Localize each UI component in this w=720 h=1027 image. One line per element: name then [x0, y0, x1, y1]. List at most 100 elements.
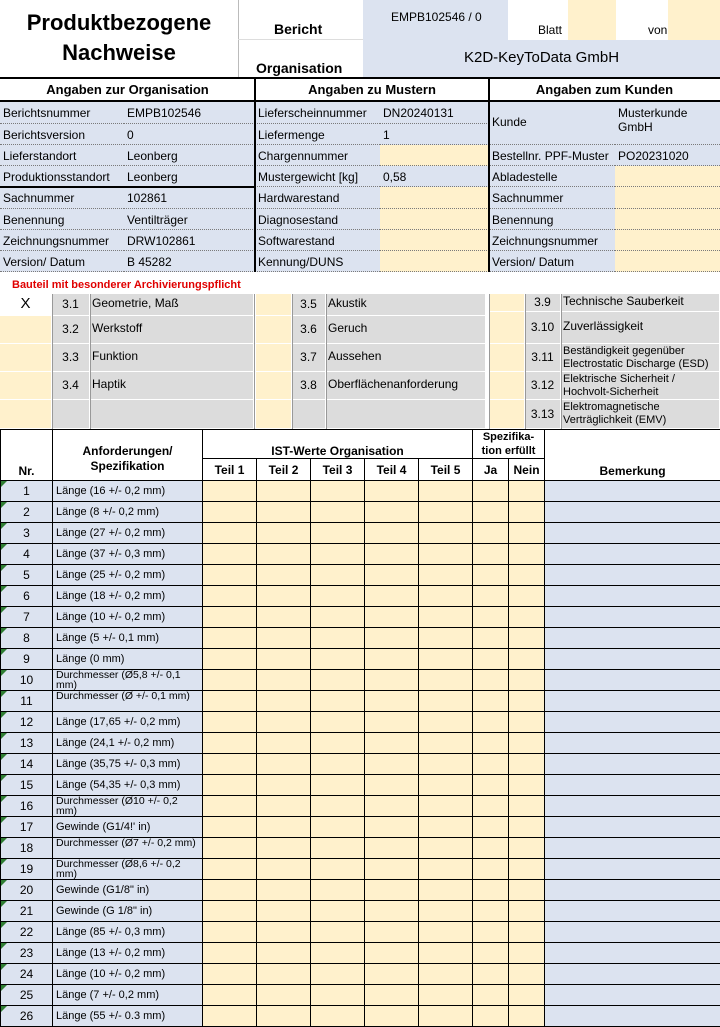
bemerkung-cell[interactable] — [545, 901, 720, 922]
spec-nein-cell[interactable] — [509, 964, 545, 985]
spec-ja-cell[interactable] — [473, 712, 509, 733]
spec-nein-cell[interactable] — [509, 922, 545, 943]
ist-value-teil1[interactable] — [203, 985, 257, 1006]
bemerkung-cell[interactable] — [545, 565, 720, 586]
ist-value-teil2[interactable] — [257, 607, 311, 628]
ist-value-teil4[interactable] — [365, 859, 419, 880]
spec-ja-cell[interactable] — [473, 754, 509, 775]
spec-ja-cell[interactable] — [473, 964, 509, 985]
check-box[interactable] — [0, 372, 52, 400]
bemerkung-cell[interactable] — [545, 712, 720, 733]
ist-value-teil1[interactable] — [203, 922, 257, 943]
spec-ja-cell[interactable] — [473, 502, 509, 523]
ist-value-teil2[interactable] — [257, 544, 311, 565]
spec-nein-cell[interactable] — [509, 838, 545, 859]
ist-value-teil1[interactable] — [203, 523, 257, 544]
spec-nein-cell[interactable] — [509, 712, 545, 733]
ist-value-teil5[interactable] — [419, 502, 473, 523]
ist-value-teil3[interactable] — [311, 943, 365, 964]
spec-nein-cell[interactable] — [509, 544, 545, 565]
org-value[interactable]: DRW102861 — [124, 230, 255, 251]
ist-value-teil2[interactable] — [257, 796, 311, 817]
ist-value-teil5[interactable] — [419, 817, 473, 838]
check-box[interactable] — [0, 316, 52, 344]
ist-value-teil3[interactable] — [311, 838, 365, 859]
ist-value-teil3[interactable] — [311, 544, 365, 565]
ist-value-teil2[interactable] — [257, 985, 311, 1006]
ist-value-teil3[interactable] — [311, 565, 365, 586]
ist-value-teil5[interactable] — [419, 775, 473, 796]
spec-ja-cell[interactable] — [473, 649, 509, 670]
spec-ja-cell[interactable] — [473, 817, 509, 838]
ist-value-teil1[interactable] — [203, 565, 257, 586]
spec-nein-cell[interactable] — [509, 859, 545, 880]
ist-value-teil3[interactable] — [311, 796, 365, 817]
ist-value-teil3[interactable] — [311, 712, 365, 733]
ist-value-teil2[interactable] — [257, 838, 311, 859]
ist-value-teil3[interactable] — [311, 523, 365, 544]
bemerkung-cell[interactable] — [545, 586, 720, 607]
bemerkung-cell[interactable] — [545, 964, 720, 985]
spec-ja-cell[interactable] — [473, 565, 509, 586]
ist-value-teil1[interactable] — [203, 670, 257, 691]
muster-value[interactable] — [380, 251, 489, 272]
ist-value-teil5[interactable] — [419, 985, 473, 1006]
ist-value-teil3[interactable] — [311, 775, 365, 796]
ist-value-teil4[interactable] — [365, 964, 419, 985]
ist-value-teil3[interactable] — [311, 481, 365, 502]
org-value[interactable]: Leonberg — [124, 166, 255, 187]
company-cell[interactable]: K2D-KeyToData GmbH — [363, 40, 720, 77]
spec-nein-cell[interactable] — [509, 943, 545, 964]
bemerkung-cell[interactable] — [545, 880, 720, 901]
bemerkung-cell[interactable] — [545, 943, 720, 964]
ist-value-teil2[interactable] — [257, 733, 311, 754]
spec-ja-cell[interactable] — [473, 775, 509, 796]
ist-value-teil2[interactable] — [257, 880, 311, 901]
ist-value-teil5[interactable] — [419, 544, 473, 565]
ist-value-teil4[interactable] — [365, 481, 419, 502]
ist-value-teil5[interactable] — [419, 1006, 473, 1027]
spec-nein-cell[interactable] — [509, 523, 545, 544]
ist-value-teil5[interactable] — [419, 964, 473, 985]
spec-ja-cell[interactable] — [473, 523, 509, 544]
check-box[interactable] — [489, 400, 525, 429]
ist-value-teil5[interactable] — [419, 838, 473, 859]
org-value[interactable]: 0 — [124, 124, 255, 145]
ist-value-teil4[interactable] — [365, 796, 419, 817]
ist-value-teil2[interactable] — [257, 649, 311, 670]
ist-value-teil3[interactable] — [311, 922, 365, 943]
ist-value-teil2[interactable] — [257, 481, 311, 502]
spec-nein-cell[interactable] — [509, 586, 545, 607]
bemerkung-cell[interactable] — [545, 733, 720, 754]
muster-value[interactable]: 1 — [380, 124, 489, 145]
bemerkung-cell[interactable] — [545, 628, 720, 649]
ist-value-teil4[interactable] — [365, 586, 419, 607]
ist-value-teil2[interactable] — [257, 628, 311, 649]
spec-nein-cell[interactable] — [509, 880, 545, 901]
check-box[interactable] — [256, 294, 292, 316]
check-box[interactable] — [256, 344, 292, 372]
spec-nein-cell[interactable] — [509, 649, 545, 670]
ist-value-teil4[interactable] — [365, 985, 419, 1006]
spec-ja-cell[interactable] — [473, 628, 509, 649]
org-value[interactable]: B 45282 — [124, 251, 255, 272]
ist-value-teil4[interactable] — [365, 901, 419, 922]
ist-value-teil1[interactable] — [203, 628, 257, 649]
ist-value-teil3[interactable] — [311, 880, 365, 901]
ist-value-teil3[interactable] — [311, 733, 365, 754]
ist-value-teil3[interactable] — [311, 817, 365, 838]
ist-value-teil5[interactable] — [419, 565, 473, 586]
report-id-cell[interactable]: EMPB102546 / 0 — [363, 0, 508, 40]
ist-value-teil3[interactable] — [311, 502, 365, 523]
ist-value-teil2[interactable] — [257, 943, 311, 964]
ist-value-teil4[interactable] — [365, 880, 419, 901]
bemerkung-cell[interactable] — [545, 775, 720, 796]
bemerkung-cell[interactable] — [545, 691, 720, 712]
ist-value-teil5[interactable] — [419, 607, 473, 628]
bemerkung-cell[interactable] — [545, 838, 720, 859]
spec-nein-cell[interactable] — [509, 502, 545, 523]
muster-value[interactable]: 0,58 — [380, 166, 489, 187]
spec-nein-cell[interactable] — [509, 1006, 545, 1027]
ist-value-teil1[interactable] — [203, 586, 257, 607]
spec-ja-cell[interactable] — [473, 985, 509, 1006]
